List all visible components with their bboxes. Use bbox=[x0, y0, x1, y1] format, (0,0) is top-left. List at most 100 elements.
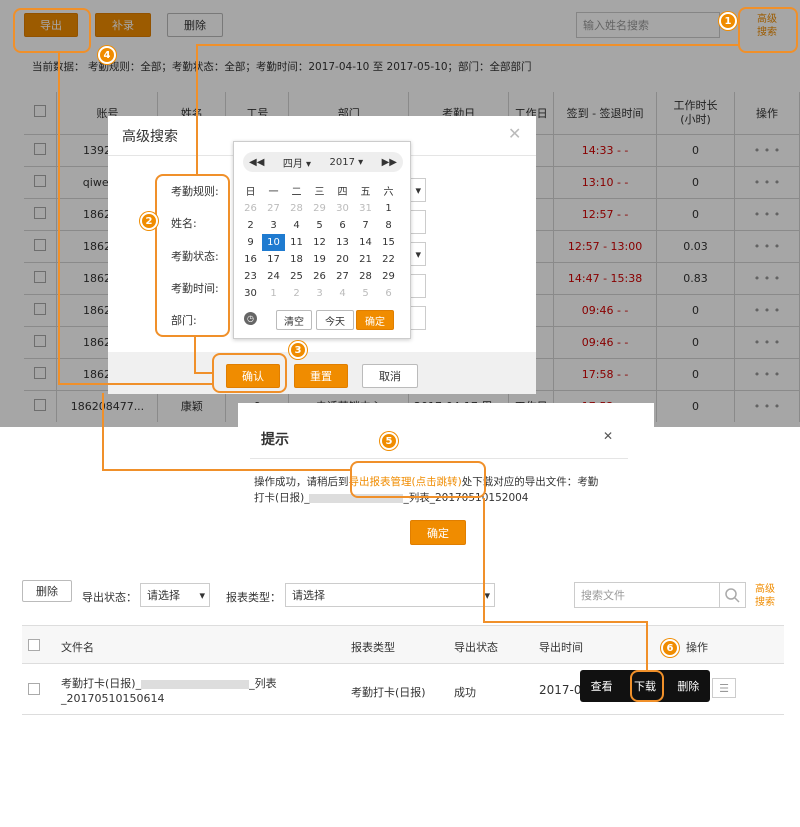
cancel-button[interactable]: 取消 bbox=[362, 364, 418, 388]
highlight-export bbox=[13, 8, 91, 53]
reset-button[interactable]: 重置 bbox=[294, 364, 348, 388]
file-report-type: 考勤打卡(日报) bbox=[351, 686, 426, 699]
row-checkbox[interactable] bbox=[28, 683, 40, 695]
calendar-grid: 日一二三四五六 26 27 28 29 30 31 1 2 3 4 5 6 7 8 9 10 11 12 13 14 1… bbox=[239, 180, 400, 302]
calendar-day[interactable]: 19 bbox=[308, 251, 331, 268]
calendar-day[interactable]: 26 bbox=[239, 200, 262, 217]
year-value: 2017 bbox=[329, 156, 355, 168]
weekday-label: 六 bbox=[383, 186, 394, 198]
weekday-label: 二 bbox=[291, 186, 302, 198]
file-search-input[interactable]: 搜索文件 bbox=[574, 582, 720, 608]
calendar-day[interactable]: 2 bbox=[285, 285, 308, 302]
calendar-day[interactable]: 8 bbox=[377, 217, 400, 234]
calendar-day[interactable]: 26 bbox=[308, 268, 331, 285]
calendar-day[interactable]: 9 bbox=[239, 234, 262, 251]
step-badge-4: 4 bbox=[98, 46, 116, 64]
calendar-day[interactable]: 4 bbox=[331, 285, 354, 302]
calendar-day[interactable]: 15 bbox=[377, 234, 400, 251]
calendar-day[interactable]: 2 bbox=[239, 217, 262, 234]
calendar-day[interactable]: 31 bbox=[354, 200, 377, 217]
highlight-advanced-search bbox=[738, 7, 798, 53]
calendar-day[interactable]: 11 bbox=[285, 234, 308, 251]
export-status-value: 请选择 bbox=[147, 589, 180, 602]
weekday-label: 四 bbox=[337, 186, 348, 198]
export-status-select[interactable]: 请选择 ▾ bbox=[140, 583, 210, 607]
prompt-close-icon[interactable]: ✕ bbox=[603, 429, 613, 443]
delete-menu-item[interactable]: 删除 bbox=[677, 678, 699, 694]
report-type-label: 报表类型： bbox=[226, 591, 281, 604]
file-name-part: _20170510150614 bbox=[61, 692, 165, 705]
step-badge-3: 3 bbox=[289, 341, 307, 359]
step-badge-5: 5 bbox=[380, 432, 398, 450]
export-delete-button[interactable]: 删除 bbox=[22, 580, 72, 602]
calendar-day[interactable]: 24 bbox=[262, 268, 285, 285]
report-type-value: 请选择 bbox=[292, 589, 325, 602]
calendar-day[interactable]: 7 bbox=[354, 217, 377, 234]
calendar-day[interactable]: 5 bbox=[308, 217, 331, 234]
file-name-part: 考勤打卡(日报)_ bbox=[61, 677, 142, 690]
clock-icon[interactable]: ◷ bbox=[244, 312, 257, 325]
calendar-day[interactable]: 12 bbox=[308, 234, 331, 251]
next-year-icon[interactable]: ▶▶ bbox=[382, 157, 397, 168]
calendar-day[interactable]: 18 bbox=[285, 251, 308, 268]
advanced-search-title: 高级搜索 bbox=[122, 129, 178, 145]
calendar-day[interactable]: 4 bbox=[285, 217, 308, 234]
calendar-day[interactable]: 30 bbox=[239, 285, 262, 302]
calendar-day[interactable]: 28 bbox=[285, 200, 308, 217]
view-menu-item[interactable]: 查看 bbox=[591, 678, 613, 694]
weekday-label: 三 bbox=[314, 186, 325, 198]
today-button[interactable]: 今天 bbox=[316, 310, 354, 330]
prompt-confirm-button[interactable]: 确定 bbox=[410, 520, 466, 545]
weekday-label: 一 bbox=[268, 186, 279, 198]
col-file-name: 文件名 bbox=[61, 641, 94, 654]
calendar-day[interactable]: 3 bbox=[262, 217, 285, 234]
calendar-day[interactable]: 27 bbox=[331, 268, 354, 285]
calendar-day[interactable]: 13 bbox=[331, 234, 354, 251]
highlight-confirm bbox=[212, 353, 287, 393]
calendar-day[interactable]: 23 bbox=[239, 268, 262, 285]
calendar-day[interactable]: 10 bbox=[262, 234, 285, 251]
calendar-day[interactable]: 1 bbox=[377, 200, 400, 217]
menu-icon[interactable]: ☰ bbox=[712, 678, 736, 698]
calendar-day[interactable]: 5 bbox=[354, 285, 377, 302]
month-value: 四月 bbox=[282, 158, 303, 170]
export-select-all-checkbox[interactable] bbox=[28, 639, 40, 651]
month-select[interactable]: 四月 ▾ bbox=[283, 155, 311, 170]
calendar-day[interactable]: 21 bbox=[354, 251, 377, 268]
calendar-day[interactable]: 30 bbox=[331, 200, 354, 217]
weekday-label: 五 bbox=[360, 186, 371, 198]
calendar-day[interactable]: 6 bbox=[377, 285, 400, 302]
col-report-type: 报表类型 bbox=[351, 641, 395, 654]
caret-down-icon: ▾ bbox=[199, 588, 205, 602]
calendar-day[interactable]: 16 bbox=[239, 251, 262, 268]
prompt-title: 提示 bbox=[261, 432, 289, 448]
prompt-message-part: 打卡(日报)_ bbox=[254, 492, 310, 504]
close-icon[interactable]: ✕ bbox=[508, 124, 521, 143]
highlight-download bbox=[630, 670, 664, 702]
calendar-day[interactable]: 20 bbox=[331, 251, 354, 268]
calendar-day[interactable]: 25 bbox=[285, 268, 308, 285]
year-select[interactable]: 2017 ▾ bbox=[330, 157, 364, 168]
calendar-day[interactable]: 22 bbox=[377, 251, 400, 268]
search-icon[interactable] bbox=[720, 582, 746, 608]
prompt-message-part: 操作成功，请稍后到 bbox=[254, 476, 349, 488]
calendar-day[interactable]: 1 bbox=[262, 285, 285, 302]
calendar-day[interactable]: 6 bbox=[331, 217, 354, 234]
calendar-day[interactable]: 27 bbox=[262, 200, 285, 217]
calendar-day[interactable]: 29 bbox=[377, 268, 400, 285]
export-advanced-search-link[interactable]: 高级 搜索 bbox=[750, 583, 780, 609]
calendar-day[interactable]: 17 bbox=[262, 251, 285, 268]
calendar-day[interactable]: 14 bbox=[354, 234, 377, 251]
prev-year-icon[interactable]: ◀◀ bbox=[249, 157, 264, 168]
report-type-select[interactable]: 请选择 ▾ bbox=[285, 583, 495, 607]
export-status-label: 导出状态： bbox=[82, 591, 137, 604]
step-badge-1: 1 bbox=[719, 12, 737, 30]
clear-date-button[interactable]: 清空 bbox=[276, 310, 312, 330]
calendar-day[interactable]: 3 bbox=[308, 285, 331, 302]
col-export-status: 导出状态 bbox=[454, 641, 498, 654]
weekday-label: 日 bbox=[245, 186, 256, 198]
date-ok-button[interactable]: 确定 bbox=[356, 310, 394, 330]
calendar-day[interactable]: 28 bbox=[354, 268, 377, 285]
calendar-day[interactable]: 29 bbox=[308, 200, 331, 217]
step-badge-6: 6 bbox=[661, 639, 679, 657]
